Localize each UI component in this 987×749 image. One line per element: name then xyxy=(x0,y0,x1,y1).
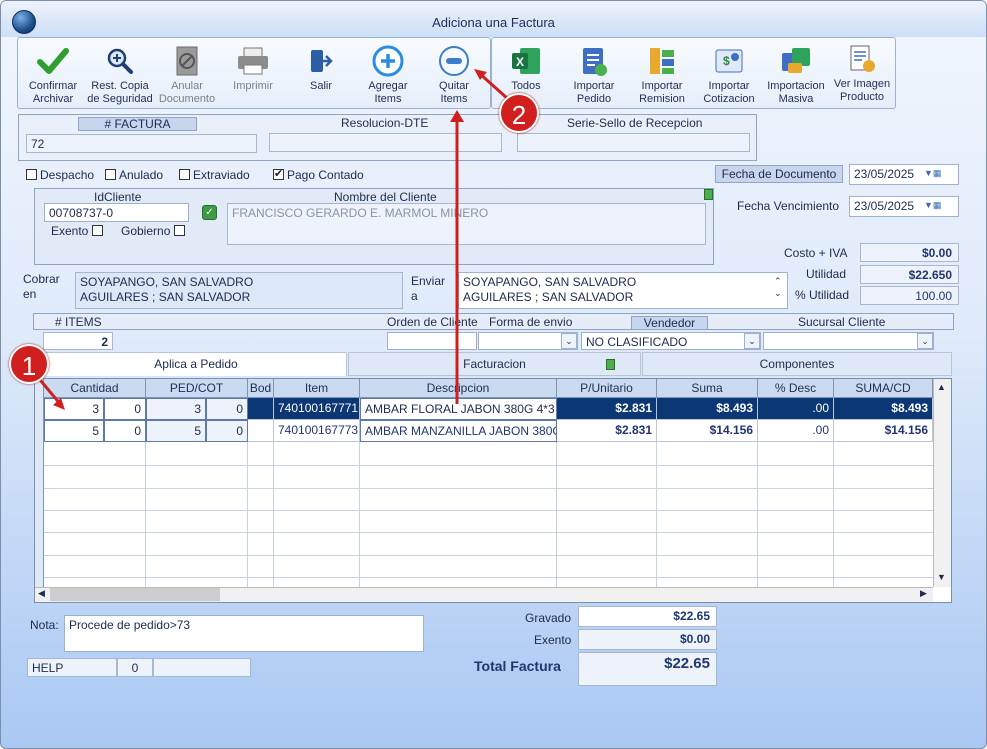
annotation-arrowhead xyxy=(450,110,464,122)
annotation-arrow-2 xyxy=(477,71,510,101)
invoice-window: Adiciona una Factura Confirmar Archivar R… xyxy=(0,0,987,749)
annotation-badge-2: 2 xyxy=(499,93,539,133)
annotation-badge-1: 1 xyxy=(9,344,49,384)
annotation-overlay xyxy=(29,69,510,410)
